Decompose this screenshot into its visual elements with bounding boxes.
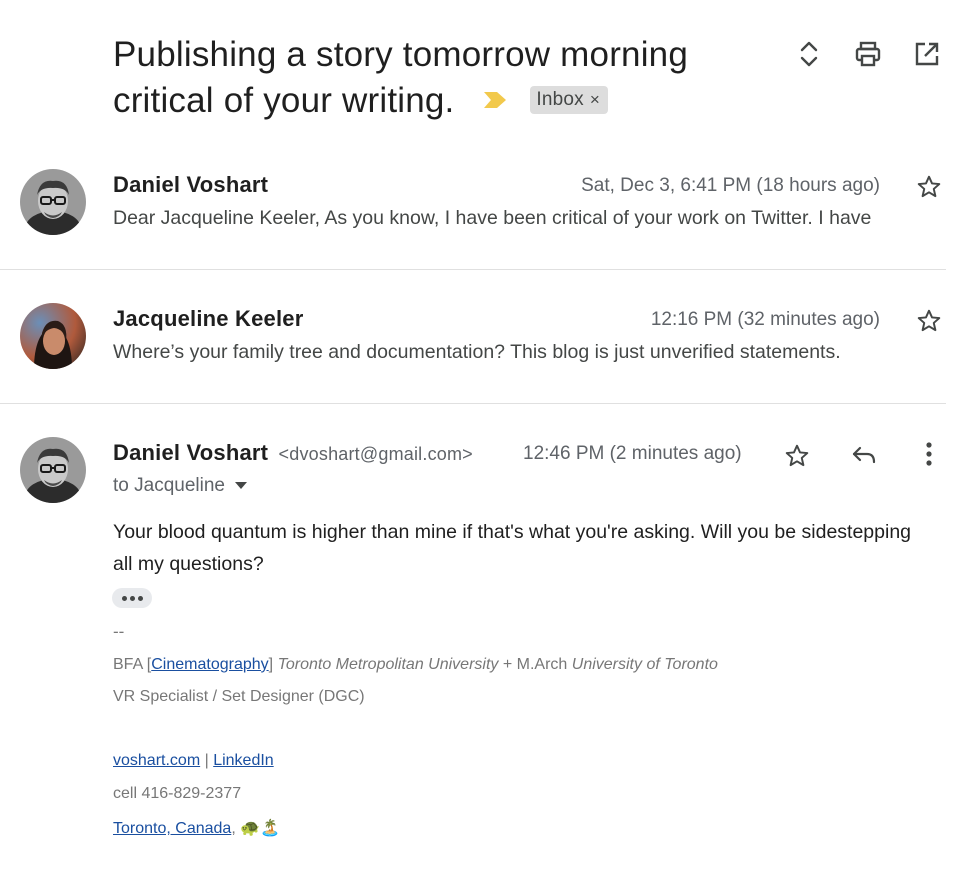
message-date: 12:16 PM (32 minutes ago) [650, 309, 880, 330]
degree-suffix: ] [268, 656, 274, 673]
star-icon[interactable] [914, 172, 944, 202]
message-date: Sat, Dec 3, 6:41 PM (18 hours ago) [581, 175, 880, 196]
reply-icon[interactable] [848, 439, 880, 471]
message-date: 12:46 PM (2 minutes ago) [523, 443, 742, 464]
location-link[interactable]: Toronto, Canada [113, 820, 231, 837]
website-link[interactable]: voshart.com [113, 752, 200, 769]
recipients-text: to Jacqueline [113, 475, 225, 496]
show-trimmed-content-button[interactable] [112, 588, 152, 608]
avatar [20, 169, 86, 235]
message-collapsed[interactable]: Daniel Voshart Sat, Dec 3, 6:41 PM (18 h… [0, 0, 946, 270]
avatar [20, 437, 86, 503]
school-1: Toronto Metropolitan University [277, 656, 499, 673]
message-body: Your blood quantum is higher than mine i… [113, 521, 912, 575]
signature-location: Toronto, Canada, 🐢🏝️ [113, 818, 280, 838]
degree-prefix: BFA [ [113, 656, 152, 673]
dot [129, 595, 135, 601]
message-snippet: Where’s your family tree and documentati… [113, 341, 841, 363]
sender-header: Daniel Voshart <dvoshart@gmail.com> [113, 440, 473, 466]
avatar [20, 303, 86, 369]
sender-name: Daniel Voshart [113, 172, 269, 197]
location-suffix: , [231, 820, 236, 837]
dot [137, 595, 143, 601]
sender-name: Daniel Voshart [113, 440, 269, 465]
chevron-down-icon [234, 482, 247, 489]
dot [121, 595, 127, 601]
sender-name: Jacqueline Keeler [113, 306, 304, 331]
signature-role: VR Specialist / Set Designer (DGC) [113, 688, 365, 705]
pipe-separator: | [200, 752, 214, 769]
cinematography-link[interactable]: Cinematography [151, 656, 268, 673]
linkedin-link[interactable]: LinkedIn [213, 752, 274, 769]
star-icon[interactable] [914, 306, 944, 336]
location-emoji: 🐢🏝️ [240, 820, 281, 837]
more-options-icon[interactable] [913, 438, 945, 470]
plus-text: + M.Arch [498, 656, 572, 673]
recipients-toggle[interactable]: to Jacqueline [113, 475, 247, 497]
signature-degree-line: BFA [Cinematography] Toronto Metropolita… [113, 656, 718, 674]
message-collapsed[interactable]: Jacqueline Keeler 12:16 PM (32 minutes a… [0, 270, 946, 403]
message-snippet: Dear Jacqueline Keeler, As you know, I h… [113, 207, 872, 229]
school-2: University of Toronto [571, 656, 718, 673]
message-divider [0, 403, 946, 404]
signature-links: voshart.com | LinkedIn [113, 752, 274, 770]
signature-separator: -- [113, 622, 125, 641]
sender-email: <dvoshart@gmail.com> [278, 444, 473, 464]
star-icon[interactable] [781, 440, 813, 472]
signature-cell: cell 416-829-2377 [113, 785, 242, 802]
